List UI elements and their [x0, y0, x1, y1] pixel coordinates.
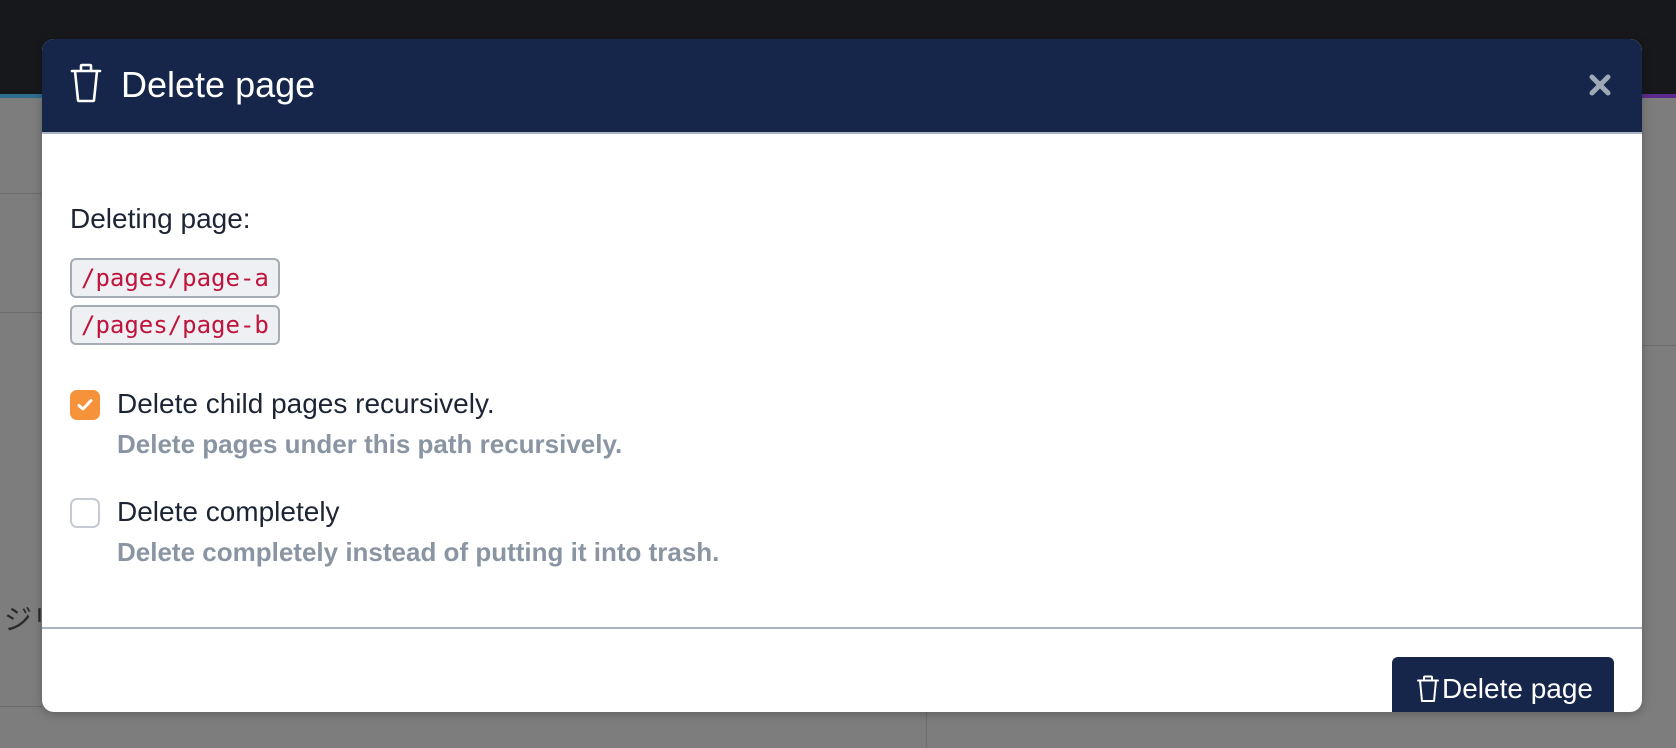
trash-icon: [70, 63, 102, 103]
modal-title: Delete page: [121, 64, 316, 105]
delete-page-button[interactable]: Delete page: [1392, 657, 1614, 712]
modal-header: Delete page: [42, 39, 1642, 134]
delete-completely-checkbox[interactable]: [70, 498, 100, 528]
background-divider: [0, 193, 42, 194]
delete-page-button-label: Delete page: [1442, 673, 1594, 704]
checkmark-icon: [77, 399, 93, 411]
background-column-divider: [926, 712, 927, 748]
background-divider: [0, 706, 42, 707]
trash-icon: [1417, 675, 1439, 702]
delete-page-modal: Delete page Deleting page: /pages/page-a…: [42, 39, 1642, 712]
page-path-code: /pages/page-a: [70, 258, 280, 298]
recursive-delete-checkbox[interactable]: [70, 390, 100, 420]
recursive-delete-label[interactable]: Delete child pages recursively.: [117, 387, 495, 421]
modal-footer: Delete page: [42, 627, 1642, 712]
background-divider: [1642, 345, 1676, 346]
deleting-page-label: Deleting page:: [70, 203, 251, 234]
delete-completely-label[interactable]: Delete completely: [117, 495, 340, 529]
background-divider: [0, 312, 42, 313]
close-icon[interactable]: [1582, 67, 1618, 103]
recursive-delete-help-text: Delete pages under this path recursively…: [117, 429, 623, 459]
modal-body: Deleting page: /pages/page-a /pages/page…: [42, 134, 1642, 628]
delete-completely-help-text: Delete completely instead of putting it …: [117, 537, 720, 567]
page-path-code: /pages/page-b: [70, 305, 280, 345]
